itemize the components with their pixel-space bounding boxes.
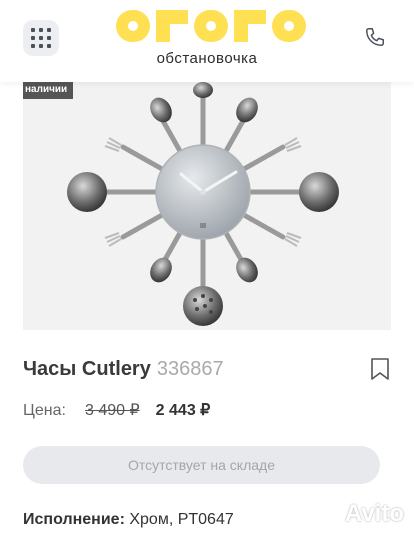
site-logo[interactable] [116,8,306,44]
avito-text: Avito [344,500,404,527]
out-of-stock-button[interactable]: Отсутствует на складе [23,446,380,484]
stock-badge: наличии [23,82,74,99]
spec-label: Исполнение: [23,511,125,528]
product-title: Часы Cutlery 336867 [23,358,224,381]
old-price: 3 490 ₽ [85,402,140,419]
site-tagline: обстановочка [156,50,258,67]
avito-logo-icon [310,502,339,526]
product-sku: 336867 [156,358,224,380]
avito-watermark: Avito [310,500,404,528]
current-price: 2 443 ₽ [155,402,211,419]
bookmark-icon[interactable] [370,358,390,380]
price-row: Цена: 3 490 ₽ 2 443 ₽ [23,400,210,420]
product-spec: Исполнение: Хром, PT0647 [23,511,234,529]
site-header: обстановочка [0,0,414,82]
spec-value: Хром, PT0647 [129,511,234,528]
phone-icon[interactable] [364,26,386,48]
cutlery-clock-image [67,82,339,326]
product-image[interactable]: наличии [23,82,391,330]
price-label: Цена: [23,402,66,419]
product-name: Часы Cutlery [23,358,151,380]
